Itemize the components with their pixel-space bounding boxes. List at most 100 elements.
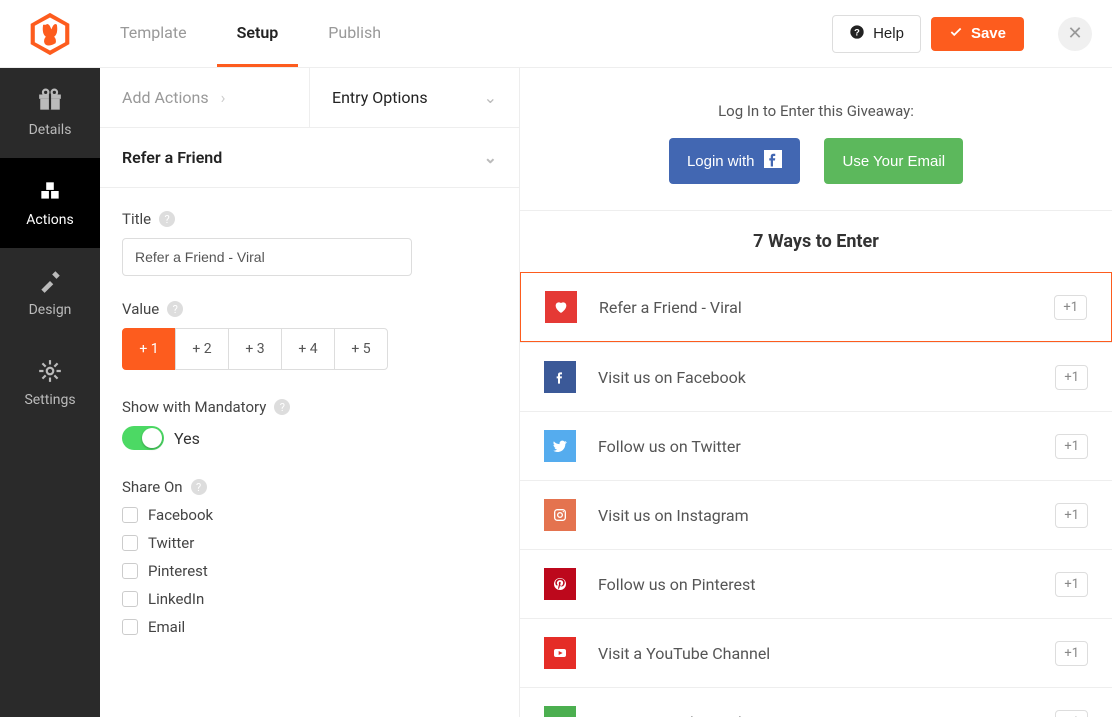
preview-panel: Log In to Enter this Giveaway: Login wit…	[520, 68, 1112, 717]
entry-pinterest[interactable]: Follow us on Pinterest +1	[520, 549, 1112, 618]
value-label: Value ?	[122, 300, 497, 318]
show-mandatory-label-text: Show with Mandatory	[122, 398, 266, 416]
help-icon: ?	[849, 24, 865, 44]
entry-badge: +1	[1055, 641, 1088, 666]
logo	[0, 11, 100, 57]
tab-template[interactable]: Template	[100, 0, 207, 67]
value-option-3[interactable]: + 3	[228, 328, 282, 370]
share-label: Twitter	[148, 534, 194, 552]
save-label: Save	[971, 25, 1006, 42]
sidebar-item-actions[interactable]: Actions	[0, 158, 100, 248]
use-email-button[interactable]: Use Your Email	[824, 138, 963, 184]
checkbox[interactable]	[122, 591, 138, 607]
entry-twitter[interactable]: Follow us on Twitter +1	[520, 411, 1112, 480]
section-header[interactable]: Refer a Friend ⌄	[100, 128, 519, 188]
entry-badge: +1	[1055, 710, 1088, 717]
rabbit-logo-icon	[27, 11, 73, 57]
blocks-icon	[37, 178, 63, 204]
facebook-icon	[764, 150, 782, 172]
entry-youtube[interactable]: Visit a YouTube Channel +1	[520, 618, 1112, 687]
giveaway-preview: Log In to Enter this Giveaway: Login wit…	[520, 68, 1112, 717]
help-hint-icon[interactable]: ?	[159, 211, 175, 227]
sidebar-label-actions: Actions	[26, 212, 73, 228]
chevron-down-icon: ⌄	[484, 88, 497, 107]
entry-instagram[interactable]: Visit us on Instagram +1	[520, 480, 1112, 549]
show-mandatory-toggle[interactable]	[122, 426, 164, 450]
sidebar-label-settings: Settings	[24, 392, 75, 408]
close-icon: ✕	[1067, 23, 1082, 44]
checkbox[interactable]	[122, 535, 138, 551]
top-bar: Template Setup Publish ? Help Save ✕	[0, 0, 1112, 68]
value-selector: + 1 + 2 + 3 + 4 + 5	[122, 328, 497, 370]
tab-publish[interactable]: Publish	[308, 0, 401, 67]
entry-refer-friend[interactable]: Refer a Friend - Viral +1	[520, 272, 1112, 342]
entry-email-newsletter[interactable]: Join an Email Newsletter +1	[520, 687, 1112, 717]
login-facebook-button[interactable]: Login with	[669, 138, 801, 184]
sidebar-item-settings[interactable]: Settings	[0, 338, 100, 428]
save-button[interactable]: Save	[931, 17, 1024, 51]
share-email[interactable]: Email	[122, 618, 497, 636]
help-hint-icon[interactable]: ?	[167, 301, 183, 317]
share-facebook[interactable]: Facebook	[122, 506, 497, 524]
share-label: Email	[148, 618, 185, 636]
entry-label: Visit us on Instagram	[598, 506, 1033, 525]
chevron-right-icon: ›	[221, 88, 226, 107]
entries-list: Refer a Friend - Viral +1 Visit us on Fa…	[520, 272, 1112, 717]
value-option-5[interactable]: + 5	[334, 328, 388, 370]
share-on-label: Share On ?	[122, 478, 497, 496]
section-title-text: Refer a Friend	[122, 148, 222, 167]
instagram-icon	[544, 499, 576, 531]
sidebar-label-details: Details	[29, 122, 72, 138]
sidebar-item-design[interactable]: Design	[0, 248, 100, 338]
entry-facebook[interactable]: Visit us on Facebook +1	[520, 342, 1112, 411]
help-button[interactable]: ? Help	[832, 15, 921, 53]
share-on-list: Facebook Twitter Pinterest LinkedIn Emai…	[122, 506, 497, 636]
share-linkedin[interactable]: LinkedIn	[122, 590, 497, 608]
value-option-2[interactable]: + 2	[175, 328, 229, 370]
check-icon	[949, 25, 963, 43]
entry-badge: +1	[1055, 365, 1088, 390]
share-label: LinkedIn	[148, 590, 204, 608]
show-mandatory-label: Show with Mandatory ?	[122, 398, 497, 416]
entry-label: Visit us on Facebook	[598, 368, 1033, 387]
share-twitter[interactable]: Twitter	[122, 534, 497, 552]
entry-badge: +1	[1054, 295, 1087, 320]
entry-badge: +1	[1055, 572, 1088, 597]
breadcrumb-add-actions[interactable]: Add Actions ›	[100, 68, 309, 127]
checkbox[interactable]	[122, 563, 138, 579]
config-panel: Add Actions › Entry Options ⌄ Refer a Fr…	[100, 68, 520, 717]
title-label-text: Title	[122, 210, 151, 228]
gear-icon	[37, 358, 63, 384]
help-label: Help	[873, 25, 904, 42]
svg-text:?: ?	[854, 27, 860, 37]
login-with-label: Login with	[687, 153, 755, 170]
share-on-label-text: Share On	[122, 478, 183, 496]
help-hint-icon[interactable]: ?	[191, 479, 207, 495]
entry-badge: +1	[1055, 503, 1088, 528]
toggle-value: Yes	[174, 429, 200, 448]
value-label-text: Value	[122, 300, 159, 318]
value-option-4[interactable]: + 4	[281, 328, 335, 370]
title-input[interactable]	[122, 238, 412, 276]
left-sidebar: Details Actions Design Settings	[0, 68, 100, 717]
entry-options-dropdown[interactable]: Entry Options ⌄	[309, 68, 519, 127]
help-hint-icon[interactable]: ?	[274, 399, 290, 415]
close-button[interactable]: ✕	[1058, 17, 1092, 51]
checkbox[interactable]	[122, 507, 138, 523]
share-label: Pinterest	[148, 562, 208, 580]
entry-label: Follow us on Pinterest	[598, 575, 1033, 594]
share-pinterest[interactable]: Pinterest	[122, 562, 497, 580]
tools-icon	[37, 268, 63, 294]
pinterest-icon	[544, 568, 576, 600]
checkbox[interactable]	[122, 619, 138, 635]
gift-icon	[37, 88, 63, 114]
sidebar-item-details[interactable]: Details	[0, 68, 100, 158]
email-icon	[544, 706, 576, 717]
youtube-icon	[544, 637, 576, 669]
title-label: Title ?	[122, 210, 497, 228]
entry-label: Refer a Friend - Viral	[599, 298, 1032, 317]
tab-setup[interactable]: Setup	[217, 0, 299, 67]
config-header-row: Add Actions › Entry Options ⌄	[100, 68, 519, 128]
value-option-1[interactable]: + 1	[122, 328, 176, 370]
sidebar-label-design: Design	[29, 302, 72, 318]
